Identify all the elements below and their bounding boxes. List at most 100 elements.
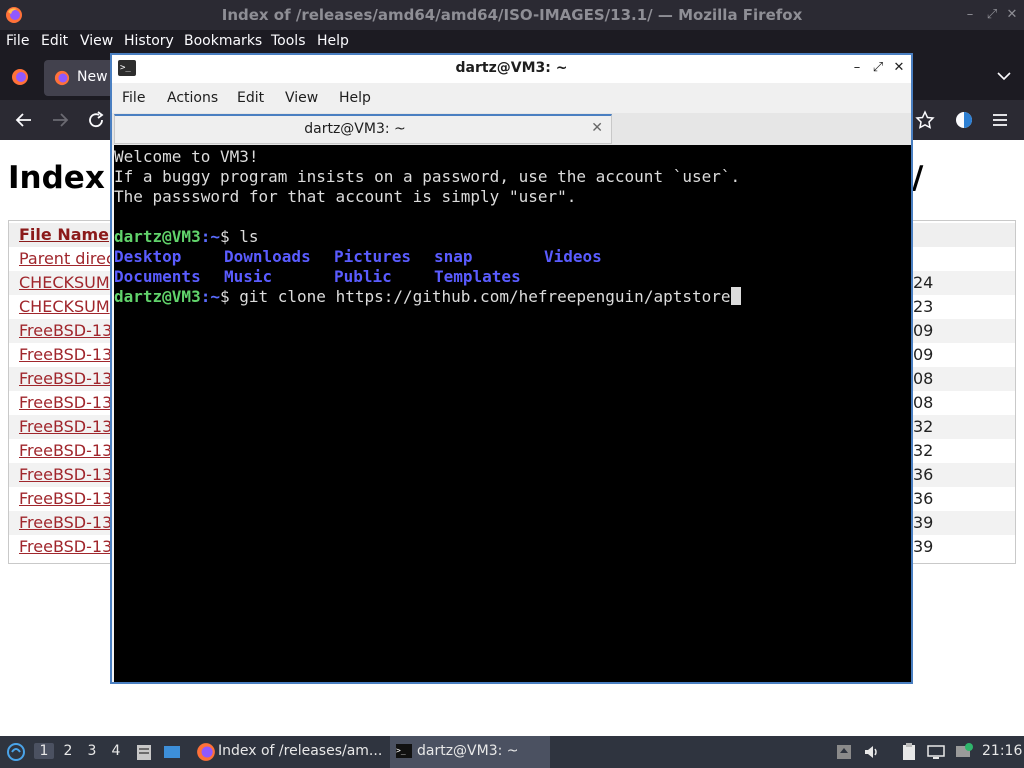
page-title: Index: [8, 160, 105, 196]
terminal-output[interactable]: Welcome to VM3! If a buggy program insist…: [114, 145, 911, 682]
file-date: 39: [913, 537, 934, 556]
taskbar-task-label: Index of /releases/am...: [218, 743, 383, 759]
firefox-titlebar: Index of /releases/amd64/amd64/ISO-IMAGE…: [0, 0, 1024, 30]
workspace-1[interactable]: 1: [34, 743, 54, 759]
back-icon[interactable]: [13, 109, 35, 131]
prompt-path: :~: [200, 227, 220, 246]
file-date: 36: [913, 489, 934, 508]
menu-file[interactable]: File: [6, 33, 29, 49]
upload-tray-icon[interactable]: [834, 742, 854, 762]
terminal-line: The passsword for that account is simply…: [114, 187, 577, 206]
ls-output-line: Documents Music Public Templates: [114, 267, 911, 287]
file-link[interactable]: FreeBSD-13: [19, 321, 112, 340]
minimize-icon[interactable]: –: [848, 59, 866, 77]
volume-icon[interactable]: [862, 742, 882, 762]
terminal-titlebar[interactable]: >_ dartz@VM3: ~ – ⤢ ✕: [112, 55, 911, 83]
file-link[interactable]: CHECKSUM: [19, 297, 110, 316]
clock[interactable]: 21:16: [982, 743, 1022, 759]
menu-bookmarks[interactable]: Bookmarks: [184, 33, 262, 49]
file-link[interactable]: FreeBSD-13: [19, 369, 112, 388]
file-date: 24: [913, 273, 934, 292]
terminal-menu-actions[interactable]: Actions: [167, 90, 218, 106]
firefox-icon: [54, 70, 70, 86]
hamburger-menu-icon[interactable]: [989, 109, 1011, 131]
dir-entry: Downloads: [224, 247, 311, 266]
reload-icon[interactable]: [85, 109, 107, 131]
taskbar-task-terminal[interactable]: >_ dartz@VM3: ~: [390, 736, 550, 768]
prompt-path: :~: [200, 287, 220, 306]
taskbar: 1 2 3 4 Index of /releases/am... >_ dart…: [0, 736, 1024, 768]
terminal-menu-view[interactable]: View: [285, 90, 318, 106]
forward-icon[interactable]: [49, 109, 71, 131]
firefox-menubar: File Edit View History Bookmarks Tools H…: [0, 30, 1024, 54]
menu-history[interactable]: History: [124, 33, 174, 49]
terminal-window: >_ dartz@VM3: ~ – ⤢ ✕ File Actions Edit …: [110, 53, 913, 684]
file-date: 08: [913, 393, 934, 412]
terminal-menu-help[interactable]: Help: [339, 90, 371, 106]
menu-view[interactable]: View: [80, 33, 113, 49]
file-date: 08: [913, 369, 934, 388]
file-manager-icon[interactable]: [134, 742, 154, 762]
menu-help[interactable]: Help: [317, 33, 349, 49]
file-link[interactable]: FreeBSD-13: [19, 465, 112, 484]
workspace-4[interactable]: 4: [106, 743, 126, 759]
terminal-menu-edit[interactable]: Edit: [237, 90, 264, 106]
file-link[interactable]: FreeBSD-13: [19, 345, 112, 364]
file-link[interactable]: FreeBSD-13: [19, 513, 112, 532]
maximize-icon[interactable]: ⤢: [984, 7, 1000, 23]
file-link[interactable]: CHECKSUM: [19, 273, 110, 292]
ls-output-line: Desktop Downloads Pictures snap Videos: [114, 247, 911, 267]
maximize-icon[interactable]: ⤢: [869, 59, 887, 77]
firefox-icon: [197, 743, 215, 761]
terminal-window-title: dartz@VM3: ~: [455, 60, 568, 76]
file-link[interactable]: Parent direc: [19, 249, 115, 268]
dir-entry: Desktop: [114, 247, 182, 266]
close-icon[interactable]: ✕: [890, 59, 908, 77]
close-icon[interactable]: ✕: [1004, 7, 1020, 23]
desktop-icon[interactable]: [162, 742, 182, 762]
dark-reader-icon[interactable]: [953, 109, 975, 131]
terminal-tab-label: dartz@VM3: ~: [304, 121, 406, 137]
file-date: 32: [913, 441, 934, 460]
terminal-line: Welcome to VM3!: [114, 147, 259, 166]
workspace-3[interactable]: 3: [82, 743, 102, 759]
firefox-view-icon[interactable]: [11, 68, 29, 86]
file-date: 36: [913, 465, 934, 484]
page-title-tail: /: [912, 160, 924, 196]
taskbar-task-firefox[interactable]: Index of /releases/am...: [192, 736, 386, 768]
file-date: 09: [913, 321, 934, 340]
column-header-file-name[interactable]: File Name: [19, 225, 109, 244]
minimize-icon[interactable]: –: [962, 7, 978, 23]
file-date: 23: [913, 297, 934, 316]
terminal-prompt-line: dartz@VM3:~$ ls: [114, 227, 911, 247]
dir-entry: Documents: [114, 267, 201, 286]
menu-edit[interactable]: Edit: [41, 33, 68, 49]
file-link[interactable]: FreeBSD-13: [19, 537, 112, 556]
terminal-tab[interactable]: dartz@VM3: ~ ✕: [114, 114, 612, 144]
clipboard-icon[interactable]: [899, 742, 919, 762]
prompt-sign: $: [219, 227, 240, 246]
file-date: 09: [913, 345, 934, 364]
text-cursor: [730, 287, 741, 305]
start-menu-icon[interactable]: [6, 742, 26, 762]
terminal-icon: >_: [396, 744, 412, 758]
terminal-prompt-line: dartz@VM3:~$ git clone https://github.co…: [114, 287, 911, 307]
prompt-user: dartz@VM3: [114, 227, 201, 246]
command-text: git clone https://github.com/hefreepengu…: [239, 287, 731, 306]
bookmark-star-icon[interactable]: [914, 109, 936, 131]
menu-tools[interactable]: Tools: [271, 33, 306, 49]
dir-entry: Videos: [544, 247, 602, 266]
command-text: ls: [239, 227, 259, 246]
close-tab-icon[interactable]: ✕: [591, 120, 603, 136]
terminal-menu-file[interactable]: File: [122, 90, 145, 106]
file-link[interactable]: FreeBSD-13: [19, 441, 112, 460]
file-link[interactable]: FreeBSD-13: [19, 417, 112, 436]
network-icon[interactable]: [926, 742, 946, 762]
chevron-down-icon[interactable]: [996, 68, 1012, 84]
file-link[interactable]: FreeBSD-13: [19, 393, 112, 412]
file-link[interactable]: FreeBSD-13: [19, 489, 112, 508]
terminal-line: If a buggy program insists on a password…: [114, 167, 741, 186]
update-notifier-icon[interactable]: [954, 742, 974, 762]
workspace-2[interactable]: 2: [58, 743, 78, 759]
browser-tab-label: New: [77, 69, 108, 85]
